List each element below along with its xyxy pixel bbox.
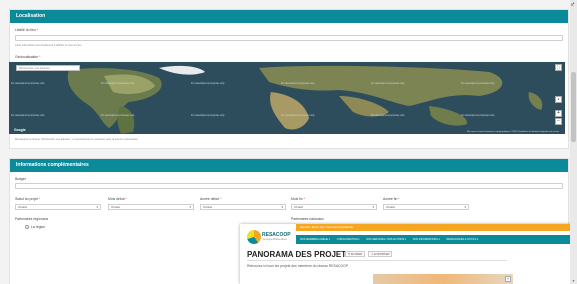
nav-item[interactable]: NOS MEMBRES ADEGE ▾	[300, 238, 330, 241]
annee-fin-select[interactable]: Choisir ▾	[383, 204, 469, 210]
budget-label: Budget	[15, 177, 26, 181]
tile-label: For development purposes only	[281, 114, 315, 117]
tile-label: For development purposes only	[101, 114, 135, 117]
page: Localisation Libellé du lieu * Cette inf…	[0, 0, 577, 284]
map-terrain	[9, 62, 565, 134]
mois-fin-label: Mois fin *	[291, 197, 305, 201]
tile-label: For development purposes only	[461, 82, 495, 85]
tile-label: For development purposes only	[461, 114, 495, 117]
tile-label: For development purposes only	[11, 82, 45, 85]
partenaires-nationaux-label: Partenaires nationaux	[291, 217, 324, 221]
tile-label: For development purposes only	[11, 114, 45, 117]
libelle-help: Cette information sera seulement à affic…	[15, 44, 82, 47]
map-help: Renseignez la champ "Rechercher une adre…	[15, 138, 138, 141]
infos-header: Informations complémentaires	[10, 159, 568, 172]
nav-item[interactable]: RESSOURCES & OUTILS ▾	[447, 238, 479, 241]
popup-map-preview	[373, 274, 513, 284]
logo-text: RESACOOP	[262, 232, 291, 238]
tile-label: For development purposes only	[281, 82, 315, 85]
popup-top-bar: Résoudre. Réunir. Agir. Coopération Inte…	[296, 224, 577, 231]
statut-select[interactable]: Choisir ▾	[15, 204, 101, 210]
filter-icon: ⚲	[348, 252, 351, 256]
panorama-popup: Résoudre. Réunir. Agir. Coopération Inte…	[240, 224, 577, 284]
google-logo: Google	[14, 128, 26, 132]
fullscreen-icon[interactable]: ⛶	[555, 64, 562, 71]
resacoop-logo[interactable]: RESACOOP Auvergne-Rhône-Alpes	[247, 230, 293, 245]
popup-title: PANORAMA DES PROJETS	[247, 250, 352, 259]
budget-input[interactable]	[15, 183, 563, 189]
la-region-radio[interactable]	[25, 225, 29, 229]
close-icon[interactable]: ×	[570, 3, 574, 9]
map-search-input[interactable]: Rechercher une adresse	[16, 65, 80, 71]
filter-button[interactable]: ⚲ FILTRER	[345, 251, 366, 257]
scrollbar-thumb[interactable]	[571, 72, 576, 142]
logo-sub: Auvergne-Rhône-Alpes	[263, 239, 287, 241]
tile-label: For development purposes only	[371, 82, 405, 85]
export-button[interactable]: ⇩ EXPORTER	[368, 251, 393, 257]
page-scrollbar[interactable]: ▴ ▾	[570, 0, 577, 284]
map[interactable]: For development purposes only For develo…	[9, 62, 565, 134]
popup-divider	[247, 260, 507, 261]
zoom-in-button[interactable]: +	[555, 110, 562, 117]
mois-debut-label: Mois début *	[108, 197, 127, 201]
partenaires-regionaux-label: Partenaires régionaux	[15, 217, 49, 221]
la-region-label: La région	[31, 225, 46, 229]
libelle-input[interactable]	[15, 35, 563, 41]
mois-debut-select[interactable]: Choisir ▾	[108, 204, 194, 210]
tile-label: For development purposes only	[191, 114, 225, 117]
annee-fin-label: Année fin *	[383, 197, 400, 201]
logo-icon	[247, 230, 261, 244]
popup-text: Retrouvez ici tous les projets des membr…	[247, 264, 349, 268]
tile-label: For development purposes only	[371, 114, 405, 117]
zoom-out-button[interactable]: −	[555, 118, 562, 125]
popup-zoom-in-button[interactable]: +	[505, 276, 511, 282]
annee-debut-select[interactable]: Choisir ▾	[200, 204, 286, 210]
localisation-header: Localisation	[10, 10, 568, 23]
pegman-icon[interactable]: ●	[555, 96, 562, 103]
scroll-down-icon[interactable]: ▾	[570, 278, 577, 284]
libelle-label: Libellé du lieu *	[15, 28, 39, 32]
statut-label: Statut du projet *	[15, 197, 41, 201]
nav-item[interactable]: NOS SERVICES / NOS ACTIONS ▾	[366, 238, 406, 241]
tile-label: For development purposes only	[101, 82, 135, 85]
nav-item[interactable]: L'ORGANISATION ▾	[337, 238, 360, 241]
tile-label: For development purposes only	[191, 82, 225, 85]
popup-nav: NOS MEMBRES ADEGE ▾ L'ORGANISATION ▾ NOS…	[296, 235, 577, 244]
geolocalisation-label: Géolocalisation *	[15, 55, 41, 59]
mois-fin-select[interactable]: Choisir ▾	[291, 204, 377, 210]
nav-item[interactable]: NOS INFORMATIONS ▾	[413, 238, 440, 241]
download-icon: ⇩	[371, 252, 374, 256]
annee-debut-label: Année début *	[200, 197, 222, 201]
map-footer: Raccourcis clavier Données cartographiqu…	[466, 131, 559, 133]
